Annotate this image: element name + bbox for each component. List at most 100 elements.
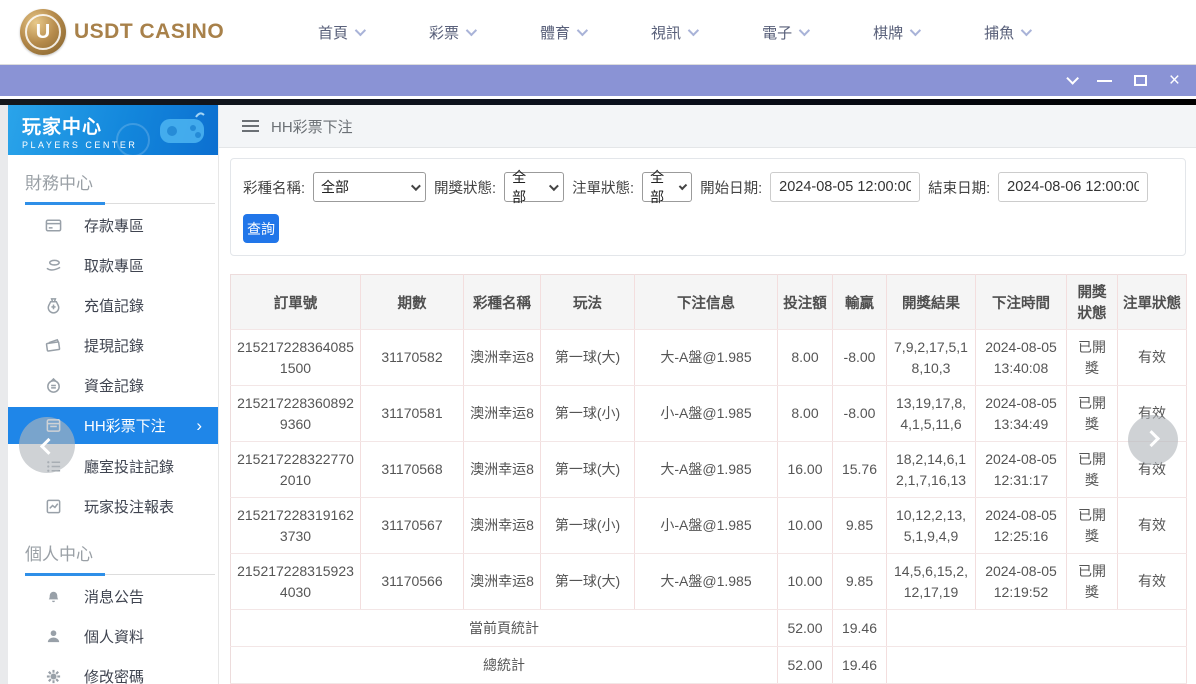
sidebar-item-funds-record[interactable]: 資金記錄 [8,365,218,405]
start-date-label: 開始日期: [700,177,762,198]
sidebar-item-announcements[interactable]: 消息公告 [8,576,218,616]
sidebar-item-withdraw[interactable]: 取款專區 [8,245,218,285]
select-chevron-icon [411,181,421,191]
window-titlebar: × [0,64,1196,99]
chevron-down-icon [688,25,699,36]
chevron-down-icon [355,25,366,36]
person-icon [44,627,62,645]
nav-item-slots[interactable]: 電子 [762,22,807,43]
table-header-row: 訂單號 期數 彩種名稱 玩法 下注信息 投注額 輸贏 開獎結果 下注時間 開獎狀… [231,275,1187,330]
chevron-down-icon [1021,25,1032,36]
sidebar-item-deposit[interactable]: 存款專區 [8,205,218,245]
page-summary-row: 當前頁統計 52.00 19.46 [231,610,1187,647]
hamburger-icon[interactable] [242,120,259,132]
nav-item-lottery[interactable]: 彩票 [429,22,474,43]
draw-status-select[interactable]: 全部 [504,172,564,202]
col-draw-status: 開獎狀態 [1067,275,1118,330]
collapse-chevron-icon[interactable] [1066,72,1079,85]
nav-item-sports[interactable]: 體育 [540,22,585,43]
col-order-status: 注單狀態 [1118,275,1187,330]
bets-table: 訂單號 期數 彩種名稱 玩法 下注信息 投注額 輸贏 開獎結果 下注時間 開獎狀… [230,274,1187,684]
section-underline [25,202,215,205]
recharge-bag-icon [44,296,62,314]
col-bet-time: 下注時間 [976,275,1067,330]
maximize-icon[interactable] [1134,75,1147,86]
minimize-icon[interactable] [1097,80,1112,82]
sidebar-item-withdrawal-record[interactable]: 提現記錄 [8,325,218,365]
query-button[interactable]: 查詢 [243,214,279,243]
lottery-name-select[interactable]: 全部 [313,172,426,202]
chevron-down-icon [799,25,810,36]
nav-item-live[interactable]: 視訊 [651,22,696,43]
section-underline [25,573,215,576]
sidebar-item-player-report[interactable]: 玩家投注報表 [8,486,218,526]
select-chevron-icon [549,181,559,191]
page-winloss-total: 19.46 [833,610,887,647]
end-date-input[interactable] [998,172,1148,202]
sidebar: 玩家中心 PLAYERS CENTER 財務中心 存款專區 取款專區 充值記錄 [8,105,219,684]
nav-item-fishing[interactable]: 捕魚 [984,22,1029,43]
page-summary-label: 當前頁統計 [231,610,778,647]
sidebar-item-recharge-record[interactable]: 充值記錄 [8,285,218,325]
table-row: 215217228364085150031170582澳洲幸运8第一球(大)大-… [231,330,1187,386]
col-play: 玩法 [541,275,635,330]
chevron-down-icon [577,25,588,36]
funds-coin-icon [44,376,62,394]
chevron-left-icon [40,438,57,455]
page-bet-total: 52.00 [778,610,833,647]
col-issue: 期數 [361,275,464,330]
close-icon[interactable]: × [1169,71,1180,90]
chevron-down-icon [466,25,477,36]
nav-item-home[interactable]: 首頁 [318,22,363,43]
section-title-finance: 財務中心 [8,155,218,202]
bell-icon [44,587,62,605]
app-header: U USDT CASINO 首頁 彩票 體育 視訊 電子 棋牌 捕魚 [0,0,1196,64]
col-order-id: 訂單號 [231,275,361,330]
sidebar-item-profile[interactable]: 個人資料 [8,616,218,656]
window-left-edge [0,105,8,684]
lottery-name-label: 彩種名稱: [243,177,305,198]
end-date-label: 結束日期: [928,177,990,198]
gamepad-icon [156,111,208,147]
banner-bubble [116,123,150,155]
players-center-banner: 玩家中心 PLAYERS CENTER [8,105,218,155]
brand-logo[interactable]: U USDT CASINO [20,9,250,55]
table-row: 215217228322770201031170568澳洲幸运8第一球(大)大-… [231,442,1187,498]
order-status-label: 注單狀態: [572,177,634,198]
start-date-input[interactable] [770,172,920,202]
chevron-down-icon [910,25,921,36]
filter-panel: 彩種名稱: 全部 開獎狀態: 全部 注單狀態: 全部 開始日期: 結束日期: 查… [230,158,1186,256]
col-winloss: 輸贏 [833,275,887,330]
report-chart-icon [44,497,62,515]
grand-winloss-total: 19.46 [833,647,887,684]
sidebar-item-change-password[interactable]: 修改密碼 [8,656,218,684]
withdrawal-wallet-icon [44,336,62,354]
submenu-arrow-icon: › [196,416,202,436]
content-area: HH彩票下注 彩種名稱: 全部 開獎狀態: 全部 注單狀態: 全部 開始日期: … [219,105,1196,684]
section-title-personal: 個人中心 [8,526,218,573]
logo-coin-icon: U [20,9,66,55]
grand-summary-label: 總統計 [231,647,778,684]
grand-bet-total: 52.00 [778,647,833,684]
grand-summary-row: 總統計 52.00 19.46 [231,647,1187,684]
breadcrumb-bar: HH彩票下注 [219,105,1196,148]
table-row: 215217228360892936031170581澳洲幸运8第一球(小)小-… [231,386,1187,442]
logo-monogram: U [36,21,50,44]
draw-status-label: 開獎狀態: [434,177,496,198]
logo-text: USDT CASINO [74,20,224,44]
deposit-card-icon [44,216,62,234]
table-row: 215217228315923403031170566澳洲幸运8第一球(大)大-… [231,554,1187,610]
chevron-right-icon [1143,430,1160,447]
nav-item-cards[interactable]: 棋牌 [873,22,918,43]
gear-icon [44,667,62,684]
withdraw-hand-icon [44,256,62,274]
order-status-select[interactable]: 全部 [642,172,692,202]
collapse-sidebar-arrow[interactable] [19,417,75,473]
main-navigation: 首頁 彩票 體育 視訊 電子 棋牌 捕魚 [318,22,1176,43]
expand-panel-arrow[interactable] [1128,415,1178,465]
col-bet-amount: 投注額 [778,275,833,330]
page-title: HH彩票下注 [271,116,353,137]
table-row: 215217228319162373031170567澳洲幸运8第一球(小)小-… [231,498,1187,554]
col-draw-result: 開獎結果 [887,275,976,330]
col-bet-info: 下注信息 [635,275,778,330]
